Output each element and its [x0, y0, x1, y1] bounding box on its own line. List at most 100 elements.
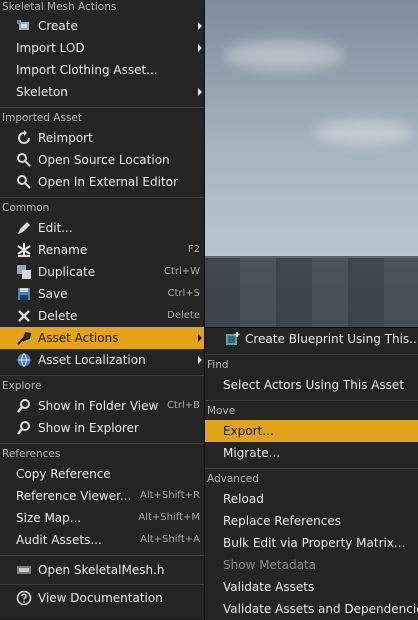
menu-item-rename[interactable]: Rename F2 — [0, 239, 204, 261]
menu-item-select-actors[interactable]: Select Actors Using This Asset — [205, 374, 418, 396]
menu-item-open-source-location[interactable]: Open Source Location — [0, 149, 204, 171]
menu-item-label: Import LOD — [16, 41, 85, 55]
menu-item-bulk-edit[interactable]: Bulk Edit via Property Matrix... — [205, 532, 418, 554]
section-header-find: Find — [207, 359, 229, 371]
menu-item-label: Delete — [38, 309, 78, 323]
menu-item-label: Validate Assets — [223, 580, 315, 594]
menu-item-label: Rename — [38, 243, 88, 257]
menu-item-label: Skeleton — [16, 85, 68, 99]
divider — [205, 400, 418, 401]
divider — [0, 197, 204, 198]
chevron-right-icon — [198, 356, 202, 364]
chevron-right-icon — [198, 334, 202, 342]
menu-item-label: Audit Assets... — [16, 533, 102, 547]
section-header-explore: Explore — [2, 380, 42, 392]
rename-icon — [16, 242, 32, 258]
menu-item-reload[interactable]: Reload — [205, 488, 418, 510]
menu-item-open-in-external-editor[interactable]: Open In External Editor — [0, 171, 204, 193]
menu-item-label: Open In External Editor — [38, 175, 178, 189]
localization-icon — [16, 352, 32, 368]
duplicate-icon — [16, 264, 32, 280]
menu-item-skeleton[interactable]: Skeleton — [0, 81, 204, 103]
menu-item-open-skeletalmesh-h[interactable]: Open SkeletalMesh.h — [0, 559, 204, 581]
menu-item-asset-localization[interactable]: Asset Localization — [0, 349, 204, 371]
menu-item-label: Show in Folder View — [38, 399, 159, 413]
divider — [0, 584, 204, 585]
save-icon — [16, 286, 32, 302]
divider — [0, 375, 204, 376]
divider — [0, 443, 204, 444]
menu-item-reference-viewer[interactable]: Reference Viewer... Alt+Shift+R — [0, 485, 204, 507]
folder-search-icon — [16, 398, 32, 414]
menu-item-label: Size Map... — [16, 511, 82, 525]
menu-item-show-in-explorer[interactable]: Show in Explorer — [0, 417, 204, 439]
menu-item-label: Show Metadata — [223, 558, 317, 572]
menu-item-label: Migrate... — [223, 446, 281, 460]
source-location-icon — [16, 152, 32, 168]
section-header-common: Common — [2, 202, 50, 214]
menu-item-label: Import Clothing Asset... — [16, 63, 158, 77]
cloud — [224, 40, 344, 70]
menu-item-label: Create Blueprint Using This... — [245, 332, 418, 346]
menu-item-delete[interactable]: Delete Delete — [0, 305, 204, 327]
explorer-search-icon — [16, 420, 32, 436]
menu-item-label: Validate Assets and Dependencies — [223, 602, 418, 616]
menu-item-label: Bulk Edit via Property Matrix... — [223, 536, 406, 550]
menu-item-reimport[interactable]: Reimport — [0, 127, 204, 149]
reimport-icon — [16, 130, 32, 146]
divider — [205, 354, 418, 355]
menu-item-label: Select Actors Using This Asset — [223, 378, 405, 392]
shortcut-label: Alt+Shift+A — [140, 534, 200, 545]
edit-icon — [16, 220, 32, 236]
divider — [0, 107, 204, 108]
menu-item-show-in-folder-view[interactable]: Show in Folder View Ctrl+B — [0, 395, 204, 417]
menu-item-create[interactable]: Create — [0, 15, 204, 37]
asset-actions-icon — [16, 330, 32, 346]
menu-item-label: Asset Localization — [38, 353, 146, 367]
menu-item-label: Export... — [223, 424, 274, 438]
menu-item-import-clothing-asset[interactable]: Import Clothing Asset... — [0, 59, 204, 81]
menu-item-asset-actions[interactable]: Asset Actions — [0, 327, 204, 349]
chevron-right-icon — [198, 88, 202, 96]
menu-item-migrate[interactable]: Migrate... — [205, 442, 418, 464]
shortcut-label: Alt+Shift+R — [140, 490, 200, 501]
menu-item-label: Asset Actions — [38, 331, 119, 345]
menu-item-edit[interactable]: Edit... — [0, 217, 204, 239]
code-file-icon — [16, 562, 32, 578]
menu-item-export[interactable]: Export... — [205, 420, 418, 442]
menu-item-label: Open SkeletalMesh.h — [38, 563, 165, 577]
menu-item-replace-references[interactable]: Replace References — [205, 510, 418, 532]
menu-item-label: Save — [38, 287, 68, 301]
menu-item-save[interactable]: Save Ctrl+S — [0, 283, 204, 305]
menu-item-label: Reload — [223, 492, 264, 506]
asset-actions-submenu: Create Blueprint Using This... Find Sele… — [204, 327, 418, 620]
menu-item-label: Edit... — [38, 221, 73, 235]
cloud — [314, 120, 414, 145]
chevron-right-icon — [198, 44, 202, 52]
shortcut-label: F2 — [187, 244, 200, 255]
menu-item-label: Reference Viewer... — [16, 489, 132, 503]
section-header-references: References — [2, 448, 61, 460]
section-header-skeletal-mesh-actions: Skeletal Mesh Actions — [2, 1, 117, 13]
menu-item-view-documentation[interactable]: View Documentation — [0, 587, 204, 609]
shortcut-label: Ctrl+W — [163, 266, 200, 277]
menu-item-size-map[interactable]: Size Map... Alt+Shift+M — [0, 507, 204, 529]
create-icon — [16, 18, 32, 34]
shortcut-label: Ctrl+S — [167, 288, 200, 299]
menu-item-duplicate[interactable]: Duplicate Ctrl+W — [0, 261, 204, 283]
menu-item-copy-reference[interactable]: Copy Reference — [0, 463, 204, 485]
menu-item-validate-assets[interactable]: Validate Assets — [205, 576, 418, 598]
section-header-advanced: Advanced — [207, 473, 259, 485]
menu-item-label: Show in Explorer — [38, 421, 139, 435]
section-header-move: Move — [207, 405, 236, 417]
shortcut-label: Ctrl+B — [166, 400, 200, 411]
shortcut-label: Alt+Shift+M — [138, 512, 200, 523]
menu-item-show-metadata: Show Metadata — [205, 554, 418, 576]
menu-item-create-blueprint[interactable]: Create Blueprint Using This... — [205, 328, 418, 350]
menu-item-validate-assets-and-dependencies[interactable]: Validate Assets and Dependencies — [205, 598, 418, 620]
delete-icon — [16, 308, 32, 324]
menu-item-audit-assets[interactable]: Audit Assets... Alt+Shift+A — [0, 529, 204, 551]
menu-item-label: View Documentation — [38, 591, 163, 605]
chevron-right-icon — [198, 22, 202, 30]
menu-item-import-lod[interactable]: Import LOD — [0, 37, 204, 59]
